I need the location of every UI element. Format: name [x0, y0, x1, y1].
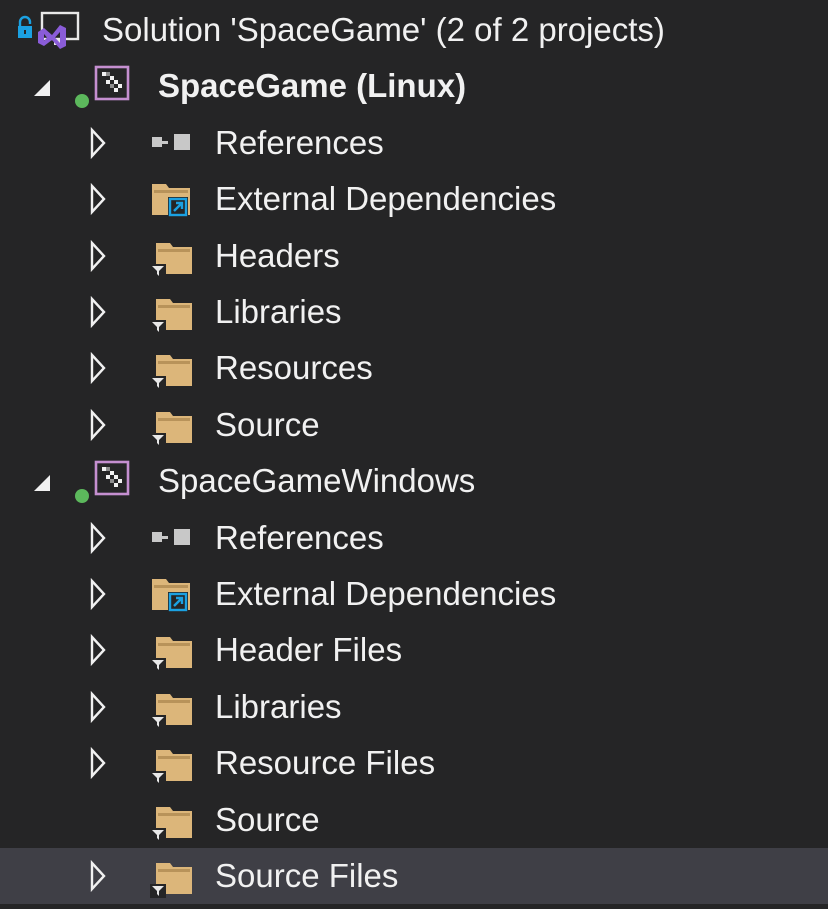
tree-item-label: Libraries [215, 688, 342, 725]
collapsed-arrow-icon[interactable] [86, 340, 110, 396]
tree-item-label: References [215, 124, 384, 161]
tree-item-libraries[interactable]: Libraries [0, 284, 828, 340]
status-dot-icon [72, 58, 92, 114]
tree-item-label: Resource Files [215, 744, 436, 781]
collapsed-arrow-icon[interactable] [86, 679, 110, 735]
collapsed-arrow-icon[interactable] [86, 848, 110, 904]
status-dot-icon [72, 453, 92, 509]
tree-item-resource-files[interactable]: Resource Files [0, 735, 828, 791]
tree-item-label: External Dependencies [215, 575, 557, 612]
collapsed-arrow-icon[interactable] [86, 284, 110, 340]
expanded-arrow-icon[interactable] [30, 453, 54, 509]
solution-node[interactable]: Solution 'SpaceGame' (2 of 2 projects) [0, 2, 828, 58]
tree-item-external-dependencies[interactable]: External Dependencies [0, 566, 828, 622]
project-icon [92, 58, 132, 114]
project-label: SpaceGameWindows [158, 462, 476, 499]
collapsed-arrow-icon[interactable] [86, 510, 110, 566]
expanded-arrow-icon[interactable] [30, 58, 54, 114]
collapsed-arrow-icon[interactable] [86, 622, 110, 678]
lock-icon [14, 2, 36, 58]
filter-folder-icon [148, 679, 196, 735]
tree-item-label: Resources [215, 349, 373, 386]
project-icon [92, 453, 132, 509]
tree-item-source-files[interactable]: Source Files [0, 848, 828, 904]
references-icon [148, 510, 196, 566]
tree-item-headers[interactable]: Headers [0, 228, 828, 284]
solution-label: Solution 'SpaceGame' (2 of 2 projects) [102, 11, 665, 48]
tree-item-label: Source [215, 406, 320, 443]
visual-studio-solution-icon [36, 2, 84, 58]
collapsed-arrow-icon[interactable] [86, 397, 110, 453]
tree-item-label: Source [215, 801, 320, 838]
tree-item-label: Source Files [215, 857, 399, 894]
project-node[interactable]: SpaceGame (Linux) [0, 58, 828, 114]
tree-item-source[interactable]: Source [0, 792, 828, 848]
tree-item-resources[interactable]: Resources [0, 340, 828, 396]
collapsed-arrow-icon[interactable] [86, 115, 110, 171]
filter-folder-icon [148, 228, 196, 284]
tree-item-label: Headers [215, 237, 340, 274]
collapsed-arrow-icon[interactable] [86, 228, 110, 284]
tree-item-header-files[interactable]: Header Files [0, 622, 828, 678]
filter-folder-icon [148, 397, 196, 453]
collapsed-arrow-icon[interactable] [86, 171, 110, 227]
tree-item-references[interactable]: References [0, 115, 828, 171]
filter-folder-icon [148, 622, 196, 678]
filter-folder-icon [148, 284, 196, 340]
filter-folder-icon [148, 735, 196, 791]
tree-item-label: Libraries [215, 293, 342, 330]
references-icon [148, 115, 196, 171]
project-node[interactable]: SpaceGameWindows [0, 453, 828, 509]
tree-item-label: References [215, 519, 384, 556]
external-dependencies-folder-icon [148, 566, 196, 622]
tree-item-references[interactable]: References [0, 510, 828, 566]
tree-item-label: External Dependencies [215, 180, 557, 217]
filter-folder-icon [148, 340, 196, 396]
tree-item-external-dependencies[interactable]: External Dependencies [0, 171, 828, 227]
tree-item-libraries[interactable]: Libraries [0, 679, 828, 735]
tree-item-label: Header Files [215, 631, 403, 668]
tree-item-source[interactable]: Source [0, 397, 828, 453]
collapsed-arrow-icon[interactable] [86, 566, 110, 622]
external-dependencies-folder-icon [148, 171, 196, 227]
collapsed-arrow-icon[interactable] [86, 735, 110, 791]
project-label: SpaceGame (Linux) [158, 67, 467, 104]
filter-folder-icon [148, 848, 196, 904]
filter-folder-icon [148, 792, 196, 848]
solution-explorer-tree: Solution 'SpaceGame' (2 of 2 projects) S… [0, 0, 828, 904]
